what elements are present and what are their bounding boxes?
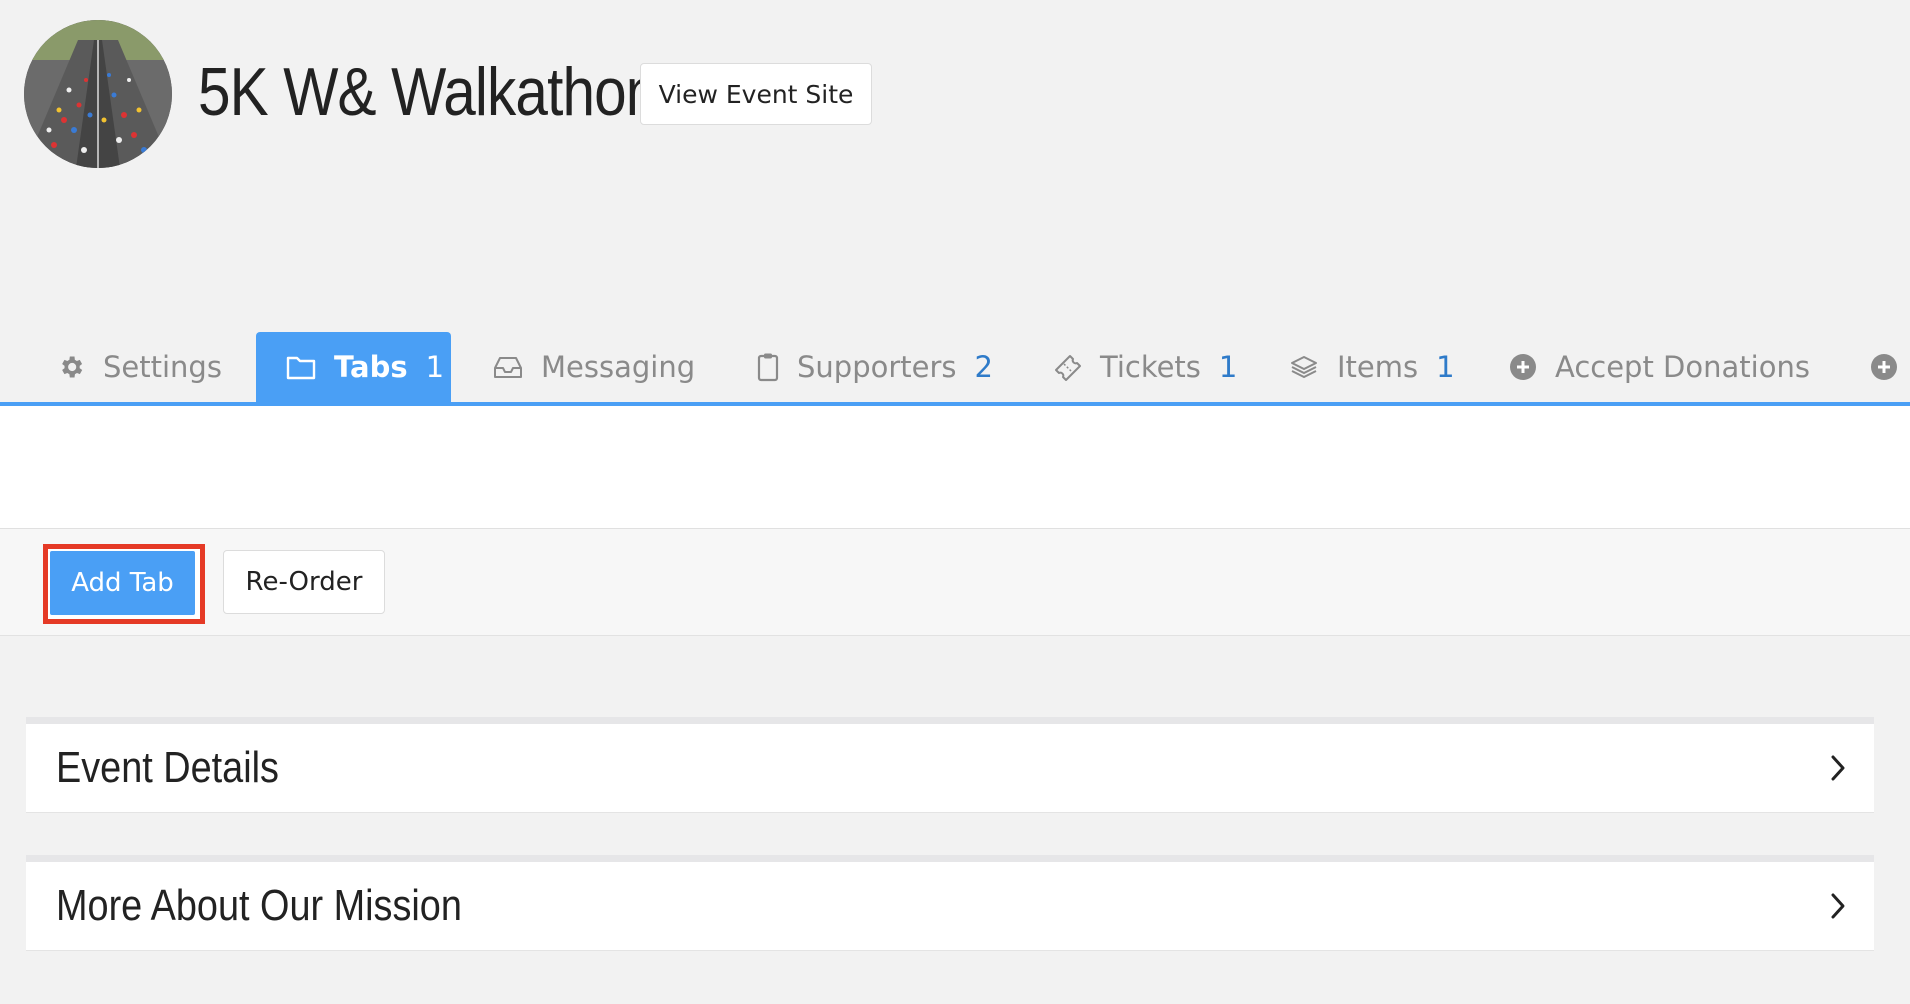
tab-settings[interactable]: Settings bbox=[57, 332, 222, 402]
tab-label: Accept Donations bbox=[1555, 350, 1810, 384]
tab-label: Tabs bbox=[334, 350, 408, 384]
panel-event-details[interactable]: Event Details bbox=[26, 717, 1874, 813]
tab-accept-donations[interactable]: Accept Donations bbox=[1509, 332, 1810, 402]
clipboard-icon bbox=[757, 352, 779, 382]
gear-icon bbox=[57, 353, 85, 381]
plus-circle-icon bbox=[1509, 353, 1537, 381]
tab-count: 1 bbox=[425, 350, 445, 384]
tab-label: Settings bbox=[103, 350, 222, 384]
tab-label: Items bbox=[1337, 350, 1419, 384]
chevron-right-icon bbox=[1830, 892, 1846, 924]
ticket-icon bbox=[1052, 352, 1082, 382]
folder-icon bbox=[286, 354, 316, 380]
content-header-area bbox=[0, 406, 1910, 529]
tab-label: Supporters bbox=[797, 350, 957, 384]
layers-icon bbox=[1289, 354, 1319, 380]
tab-tickets[interactable]: Tickets 1 bbox=[1052, 332, 1237, 402]
panel-title: Event Details bbox=[56, 743, 279, 792]
chevron-right-icon bbox=[1830, 754, 1846, 786]
tab-messaging[interactable]: Messaging bbox=[493, 332, 695, 402]
reorder-button[interactable]: Re-Order bbox=[223, 550, 385, 614]
event-title: 5K W& Walkathon bbox=[198, 54, 658, 130]
plus-circle-icon bbox=[1870, 353, 1898, 381]
inbox-icon bbox=[493, 355, 523, 379]
view-event-site-button[interactable]: View Event Site bbox=[640, 63, 872, 125]
tab-count: 1 bbox=[1218, 350, 1238, 384]
panel-more-about-mission[interactable]: More About Our Mission bbox=[26, 855, 1874, 951]
event-avatar bbox=[24, 20, 172, 168]
tab-label: Messaging bbox=[541, 350, 696, 384]
tab-bar: Settings Tabs 1 Messaging Supporters 2 T… bbox=[0, 332, 1910, 404]
tab-items[interactable]: Items 1 bbox=[1289, 332, 1455, 402]
tab-more[interactable] bbox=[1870, 332, 1910, 402]
tab-supporters[interactable]: Supporters 2 bbox=[757, 332, 993, 402]
tab-count: 1 bbox=[1436, 350, 1455, 384]
tab-tabs[interactable]: Tabs 1 bbox=[256, 332, 451, 402]
tab-label: Tickets bbox=[1100, 350, 1201, 384]
panel-title: More About Our Mission bbox=[56, 881, 462, 930]
tab-count: 2 bbox=[974, 350, 993, 384]
add-tab-button[interactable]: Add Tab bbox=[50, 551, 195, 615]
